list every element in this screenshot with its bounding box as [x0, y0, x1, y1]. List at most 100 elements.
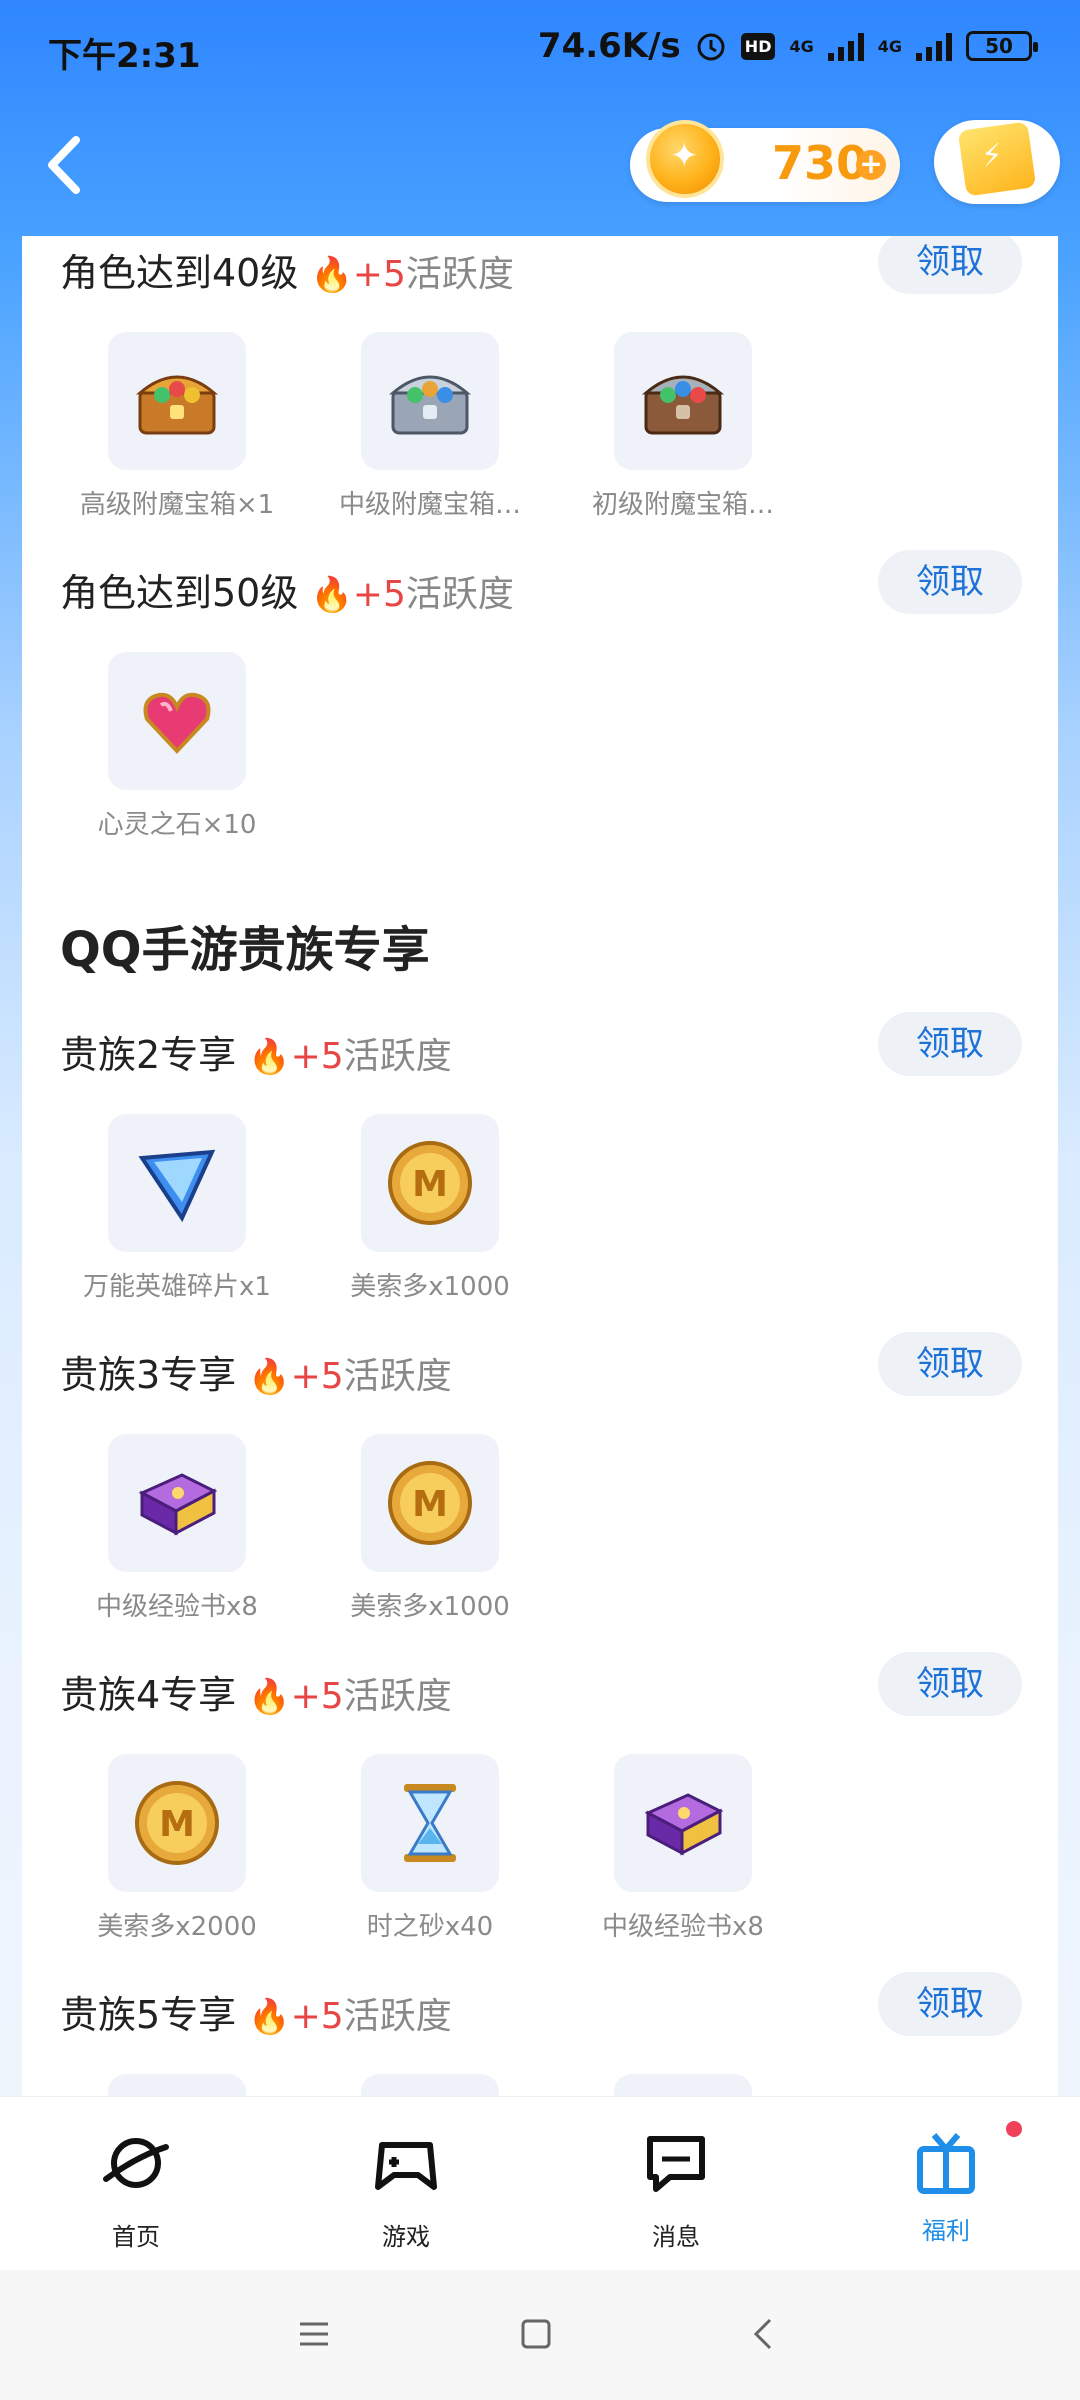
- task-name: 贵族3专享: [60, 1353, 237, 1397]
- reward-label: 美索多x1000: [350, 1592, 510, 1622]
- treasure-chest-gold-icon: [108, 332, 246, 470]
- bonus-value: +5: [290, 1036, 344, 1077]
- menu-nav-icon[interactable]: [296, 2316, 332, 2352]
- reward-item[interactable]: 高级附魔宝箱×1: [52, 332, 302, 521]
- status-bar: 下午2:31 74.6K/s HD 4G 4G 50: [0, 0, 1080, 100]
- gift-box-button[interactable]: [934, 120, 1060, 204]
- svg-text:M: M: [412, 1164, 448, 1205]
- reward-item[interactable]: 万能英雄碎片x1: [52, 1114, 302, 1303]
- coin-balance[interactable]: 730 +: [630, 120, 900, 202]
- claim-button[interactable]: 领取: [878, 1972, 1022, 2036]
- bonus-value: +5: [352, 574, 406, 615]
- tab-label: 消息: [652, 2223, 700, 2251]
- reward-label: 美索多x1000: [350, 1272, 510, 1302]
- tab-label: 游戏: [382, 2223, 430, 2251]
- task-title: 贵族4专享 🔥+5活跃度: [60, 1664, 452, 1719]
- reward-icon: [614, 2074, 752, 2096]
- gold-coin-m-icon: M: [361, 1434, 499, 1572]
- fire-icon: 🔥: [248, 1997, 291, 2037]
- task-title: 贵族5专享 🔥+5活跃度: [60, 1984, 452, 2039]
- task-title: 角色达到50级 🔥+5活跃度: [60, 562, 514, 617]
- reward-item[interactable]: 初级附魔宝箱…: [558, 332, 808, 521]
- task-title: 贵族2专享 🔥+5活跃度: [60, 1024, 452, 1079]
- claim-button[interactable]: 领取: [878, 236, 1022, 294]
- activity-label: 活跃度: [405, 254, 514, 295]
- reward-item[interactable]: M 美索多x2000: [52, 1754, 302, 1943]
- purple-book-icon: [614, 1754, 752, 1892]
- task-name: 贵族5专享: [60, 1993, 237, 2037]
- gold-coin-m-icon: M: [108, 1754, 246, 1892]
- system-nav-bar: [0, 2270, 1080, 2400]
- svg-text:M: M: [412, 1484, 448, 1525]
- bonus-value: +5: [290, 1996, 344, 2037]
- claim-button[interactable]: 领取: [878, 1652, 1022, 1716]
- tab-games[interactable]: 游戏: [326, 2127, 486, 2252]
- hourglass-icon: [361, 1754, 499, 1892]
- network-speed: 74.6K/s: [537, 26, 681, 66]
- bottom-tab-bar: 首页 游戏 消息 福利: [0, 2096, 1080, 2270]
- status-time: 下午2:31: [48, 36, 201, 76]
- fire-icon: 🔥: [310, 575, 353, 615]
- activity-label: 活跃度: [343, 1676, 452, 1717]
- home-nav-icon[interactable]: [518, 2316, 554, 2352]
- signal-icon-2: [916, 31, 952, 61]
- treasure-chest-silver-icon: [361, 332, 499, 470]
- gift-box-icon: [957, 121, 1037, 197]
- reward-item[interactable]: [558, 2074, 808, 2096]
- reward-icon: [108, 2074, 246, 2096]
- purple-book-icon: [108, 1434, 246, 1572]
- reward-item[interactable]: 中级附魔宝箱…: [305, 332, 555, 521]
- tab-label: 福利: [922, 2217, 970, 2245]
- bonus-value: +5: [290, 1676, 344, 1717]
- claim-button[interactable]: 领取: [878, 1012, 1022, 1076]
- task-name: 角色达到40级: [60, 251, 299, 295]
- reward-item[interactable]: 时之砂x40: [305, 1754, 555, 1943]
- heart-gem-icon: [108, 652, 246, 790]
- gamepad-icon: [375, 2142, 437, 2190]
- claim-button[interactable]: 领取: [878, 550, 1022, 614]
- back-button[interactable]: [36, 130, 96, 200]
- reward-item[interactable]: [305, 2074, 555, 2096]
- noble-section-heading: QQ手游贵族专享: [60, 922, 430, 978]
- reward-item[interactable]: [52, 2074, 302, 2096]
- tab-home[interactable]: 首页: [56, 2127, 216, 2252]
- gift-icon: [917, 2133, 975, 2194]
- gold-coin-m-icon: M: [361, 1114, 499, 1252]
- tab-label: 首页: [112, 2223, 160, 2251]
- alarm-icon: [697, 33, 725, 61]
- reward-label: 中级经验书x8: [602, 1912, 764, 1942]
- svg-text:M: M: [159, 1804, 195, 1845]
- reward-label: 高级附魔宝箱×1: [79, 490, 275, 520]
- reward-item[interactable]: 心灵之石×10: [52, 652, 302, 841]
- tab-welfare[interactable]: 福利: [866, 2121, 1026, 2246]
- bonus-value: +5: [352, 254, 406, 295]
- fire-icon: 🔥: [248, 1357, 291, 1397]
- tab-messages[interactable]: 消息: [596, 2127, 756, 2252]
- task-title: 贵族3专享 🔥+5活跃度: [60, 1344, 452, 1399]
- claim-button[interactable]: 领取: [878, 1332, 1022, 1396]
- activity-label: 活跃度: [343, 1356, 452, 1397]
- reward-label: 时之砂x40: [366, 1912, 494, 1942]
- message-icon: [647, 2136, 705, 2192]
- reward-item[interactable]: 中级经验书x8: [558, 1754, 808, 1943]
- hero-shard-icon: [108, 1114, 246, 1252]
- activity-label: 活跃度: [405, 574, 514, 615]
- back-nav-icon[interactable]: [746, 2316, 782, 2352]
- activity-label: 活跃度: [343, 1996, 452, 2037]
- fire-icon: 🔥: [310, 255, 353, 295]
- coin-count: 730: [772, 136, 869, 190]
- fire-icon: 🔥: [248, 1037, 291, 1077]
- reward-item[interactable]: M 美索多x1000: [305, 1114, 555, 1303]
- reward-icon: [361, 2074, 499, 2096]
- reward-label: 心灵之石×10: [97, 810, 257, 840]
- planet-icon: [103, 2138, 169, 2188]
- task-name: 角色达到50级: [60, 571, 299, 615]
- add-coin-icon[interactable]: +: [856, 150, 886, 180]
- task-name: 贵族2专享: [60, 1033, 237, 1077]
- activity-label: 活跃度: [343, 1036, 452, 1077]
- task-title: 角色达到40级 🔥+5活跃度: [60, 242, 514, 297]
- reward-label: 中级经验书x8: [96, 1592, 258, 1622]
- signal-icon-1: [827, 31, 864, 61]
- reward-item[interactable]: M 美索多x1000: [305, 1434, 555, 1623]
- reward-item[interactable]: 中级经验书x8: [52, 1434, 302, 1623]
